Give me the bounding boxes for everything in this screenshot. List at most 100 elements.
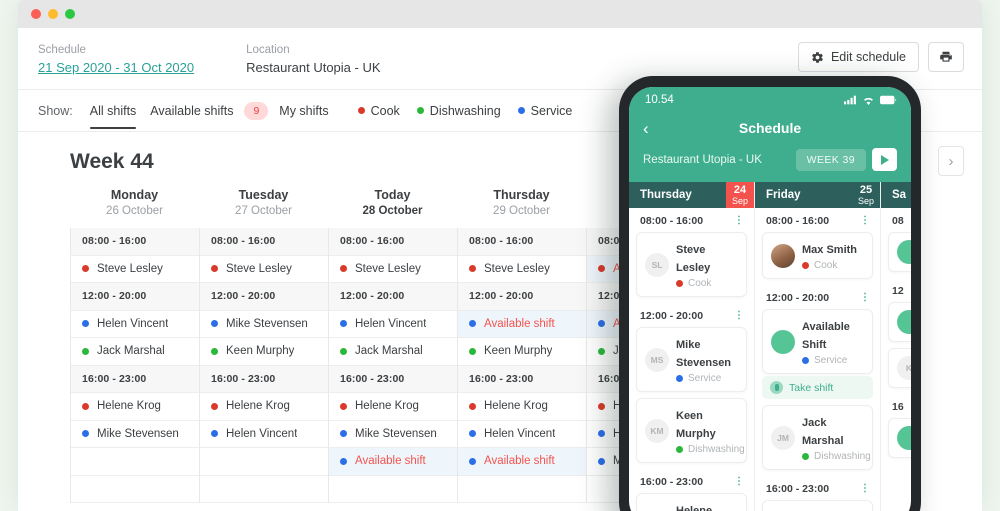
shift-card-text: Helene KrogCook	[676, 501, 738, 511]
assigned-shift-cell[interactable]: Jack Marshal	[71, 338, 199, 366]
filter-tab-my-shifts[interactable]: My shifts	[272, 92, 335, 129]
filter-tab-available-shifts[interactable]: Available shifts	[143, 92, 240, 129]
phone-shift-person-name: Available Shift	[802, 321, 850, 351]
assigned-shift-cell[interactable]: Keen Murphy	[200, 338, 328, 366]
edit-schedule-button[interactable]: Edit schedule	[797, 42, 919, 72]
assigned-shift-cell[interactable]: Steve Lesley	[200, 256, 328, 283]
shift-options-menu-icon[interactable]: ⋮	[734, 311, 745, 321]
role-color-dot	[676, 375, 683, 382]
assigned-shift-cell[interactable]: Steve Lesley	[71, 256, 199, 283]
print-button[interactable]	[928, 42, 964, 72]
shift-options-menu-icon[interactable]: ⋮	[860, 293, 871, 303]
phone-day-column: Friday 25 Sep 08:00 - 16:00 ⋮ Max Smith Cook 12…	[755, 182, 881, 511]
phone-day-name: Sa	[892, 189, 907, 201]
shift-person-name: Helen Vincent	[226, 427, 298, 440]
minimize-window-button[interactable]	[48, 9, 58, 19]
shift-card-text: Keen Murphy Dishwashing	[676, 406, 745, 455]
role-color-dot	[211, 347, 218, 355]
signal-icon	[844, 95, 856, 105]
wifi-icon	[864, 97, 873, 105]
assigned-shift-cell[interactable]: Steve Lesley	[458, 256, 586, 283]
role-color-dot	[82, 265, 89, 273]
role-color-dot	[469, 347, 476, 355]
assigned-shift-cell[interactable]: Helen Vincent	[200, 421, 328, 448]
phone-shift-card[interactable]: Max Smith Cook	[762, 232, 873, 279]
maximize-window-button[interactable]	[65, 9, 75, 19]
shift-options-menu-icon[interactable]: ⋮	[860, 216, 871, 226]
available-shift-cell[interactable]: Available shift	[458, 448, 586, 476]
shift-time-row: 16:00 - 23:00	[458, 365, 586, 393]
avatar-initials: SL	[651, 259, 663, 270]
phone-shift-card[interactable]: Helene KrogCook	[636, 493, 747, 511]
phone-shift-card[interactable]: JM Jack Marshal Dishwashing	[762, 405, 873, 470]
available-shift-cell[interactable]: Available shift	[329, 448, 457, 476]
assigned-shift-cell[interactable]: Helene Krog	[458, 393, 586, 421]
shift-person-name: Mike Stevensen	[226, 317, 308, 330]
close-window-button[interactable]	[31, 9, 41, 19]
assigned-shift-cell[interactable]: Helene Krog	[71, 393, 199, 421]
role-color-dot	[598, 402, 605, 410]
assigned-shift-cell[interactable]: Helene Krog	[200, 393, 328, 421]
assigned-shift-cell[interactable]: Helen Vincent	[329, 311, 457, 338]
shift-time-row: 08:00 - 16:00	[458, 228, 586, 256]
shift-options-menu-icon[interactable]: ⋮	[734, 216, 745, 226]
shift-time-row: 08:00 - 16:00	[200, 228, 328, 256]
phone-day-column: Thursday 24 Sep 08:00 - 16:00 ⋮ SL Steve Lesle…	[629, 182, 755, 511]
week-selector[interactable]: WEEK 39	[795, 148, 866, 171]
phone-shift-card[interactable]: KM Keen Murphy Dishwashing	[636, 398, 747, 463]
shift-card-text: Available Shift Service	[802, 317, 864, 366]
shift-options-menu-icon[interactable]: ⋮	[860, 484, 871, 494]
legend-label-dishwashing: Dishwashing	[429, 103, 501, 118]
day-column: Today 28 October 08:00 - 16:00 Steve Lesley…	[328, 188, 457, 503]
avatar	[897, 310, 911, 334]
assigned-shift-cell[interactable]: Mike Stevensen	[71, 421, 199, 448]
day-column-header: Today 28 October	[328, 188, 457, 228]
assigned-shift-cell[interactable]: Mike Stevensen	[200, 311, 328, 338]
phone-shift-card[interactable]: K	[888, 348, 911, 388]
phone-shift-card[interactable]: Helene KrogCook	[762, 500, 873, 511]
shift-person-name: Mike Stevensen	[355, 427, 437, 440]
day-cells: 08:00 - 16:00 Steve Lesley 12:00 - 20:00 Av…	[457, 228, 586, 503]
shift-options-menu-icon[interactable]: ⋮	[734, 477, 745, 487]
phone-shift-card[interactable]	[888, 302, 911, 342]
schedule-label: Schedule	[38, 44, 86, 56]
filter-tab-all-shifts[interactable]: All shifts	[83, 92, 144, 129]
phone-week-controls: WEEK 39	[795, 148, 897, 171]
phone-shift-card[interactable]: MS Mike Stevensen Service	[636, 327, 747, 392]
window-chrome	[18, 0, 982, 28]
phone-shift-card[interactable]	[888, 418, 911, 458]
assigned-shift-cell[interactable]: Helene Krog	[329, 393, 457, 421]
role-color-dot	[340, 457, 347, 465]
phone-shift-time-label: 16	[892, 401, 904, 413]
phone-mockup: 10.54 ‹ Schedule Restaurant Utopia - UK …	[619, 76, 921, 511]
phone-location: Restaurant Utopia - UK	[643, 153, 762, 166]
assigned-shift-cell[interactable]: Helen Vincent	[71, 311, 199, 338]
role-color-dot	[340, 347, 347, 355]
shift-person-name: Helene Krog	[355, 400, 419, 413]
phone-schedule-columns: Thursday 24 Sep 08:00 - 16:00 ⋮ SL Steve Lesle…	[629, 182, 911, 511]
day-date: 26 October	[106, 205, 163, 217]
phone-date-month: Sep	[731, 195, 748, 206]
schedule-daterange-link[interactable]: 21 Sep 2020 - 31 Oct 2020	[38, 60, 194, 75]
avatar	[771, 329, 795, 354]
assigned-shift-cell[interactable]: Jack Marshal	[329, 338, 457, 366]
shift-time-label: 16:00 - 23:00	[211, 372, 276, 385]
phone-shift-card[interactable]: SL Steve Lesley Cook	[636, 232, 747, 297]
shift-time-row: 16:00 - 23:00	[200, 365, 328, 393]
available-shift-cell[interactable]: Available shift	[458, 310, 586, 338]
assigned-shift-cell[interactable]: Helen Vincent	[458, 421, 586, 448]
role-color-dot	[211, 265, 218, 273]
assigned-shift-cell[interactable]: Keen Murphy	[458, 338, 586, 366]
assigned-shift-cell[interactable]: Steve Lesley	[329, 256, 457, 283]
take-shift-button[interactable]: Take shift	[762, 376, 873, 399]
empty-cell	[71, 448, 199, 476]
day-name: Today	[374, 188, 411, 202]
next-week-play-button[interactable]	[872, 148, 897, 171]
day-cells: 08:00 - 16:00 Steve Lesley 12:00 - 20:00 Mi…	[199, 228, 328, 503]
phone-shift-card[interactable]	[888, 232, 911, 272]
shift-time-label: 08:00 - 16:00	[211, 235, 276, 248]
assigned-shift-cell[interactable]: Mike Stevensen	[329, 421, 457, 448]
shift-person-name: Helen Vincent	[355, 317, 427, 330]
next-week-button[interactable]: ›	[938, 146, 964, 176]
phone-shift-card[interactable]: Available Shift Service	[762, 309, 873, 374]
